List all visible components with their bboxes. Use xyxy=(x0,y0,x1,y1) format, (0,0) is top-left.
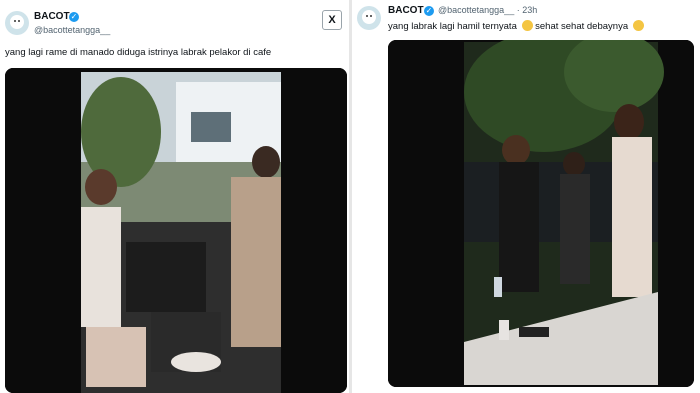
video-frame xyxy=(5,68,347,393)
tweet-text: yang labrak lagi hamil ternyata sehat se… xyxy=(388,20,644,32)
author-name[interactable]: BACOT xyxy=(34,11,70,22)
tweet-video[interactable] xyxy=(5,68,347,393)
crying-emoji-icon xyxy=(521,20,533,31)
video-frame xyxy=(388,40,694,387)
author-handle[interactable]: @bacottetangga__ · 23h xyxy=(438,5,537,15)
smiling-emoji-icon xyxy=(632,20,644,31)
tweet-text: yang lagi rame di manado diduga istrinya… xyxy=(5,47,272,58)
tweet-video[interactable] xyxy=(388,40,694,387)
avatar[interactable] xyxy=(5,11,29,35)
verified-icon: ✓ xyxy=(424,6,434,16)
tweet-text-part2: sehat sehat debaynya xyxy=(535,21,629,32)
avatar[interactable] xyxy=(357,6,381,30)
tweet-text-part1: yang labrak lagi hamil ternyata xyxy=(388,21,517,32)
verified-icon: ✓ xyxy=(69,12,79,22)
left-tweet-card: BACOT ✓ @bacottetangga__ yang lagi rame … xyxy=(0,0,352,393)
right-tweet-card: BACOT ✓ @bacottetangga__ · 23h yang labr… xyxy=(352,0,700,393)
x-logo-icon: X xyxy=(322,10,342,30)
author-handle[interactable]: @bacottetangga__ xyxy=(34,25,110,35)
author-name[interactable]: BACOT xyxy=(388,5,424,16)
